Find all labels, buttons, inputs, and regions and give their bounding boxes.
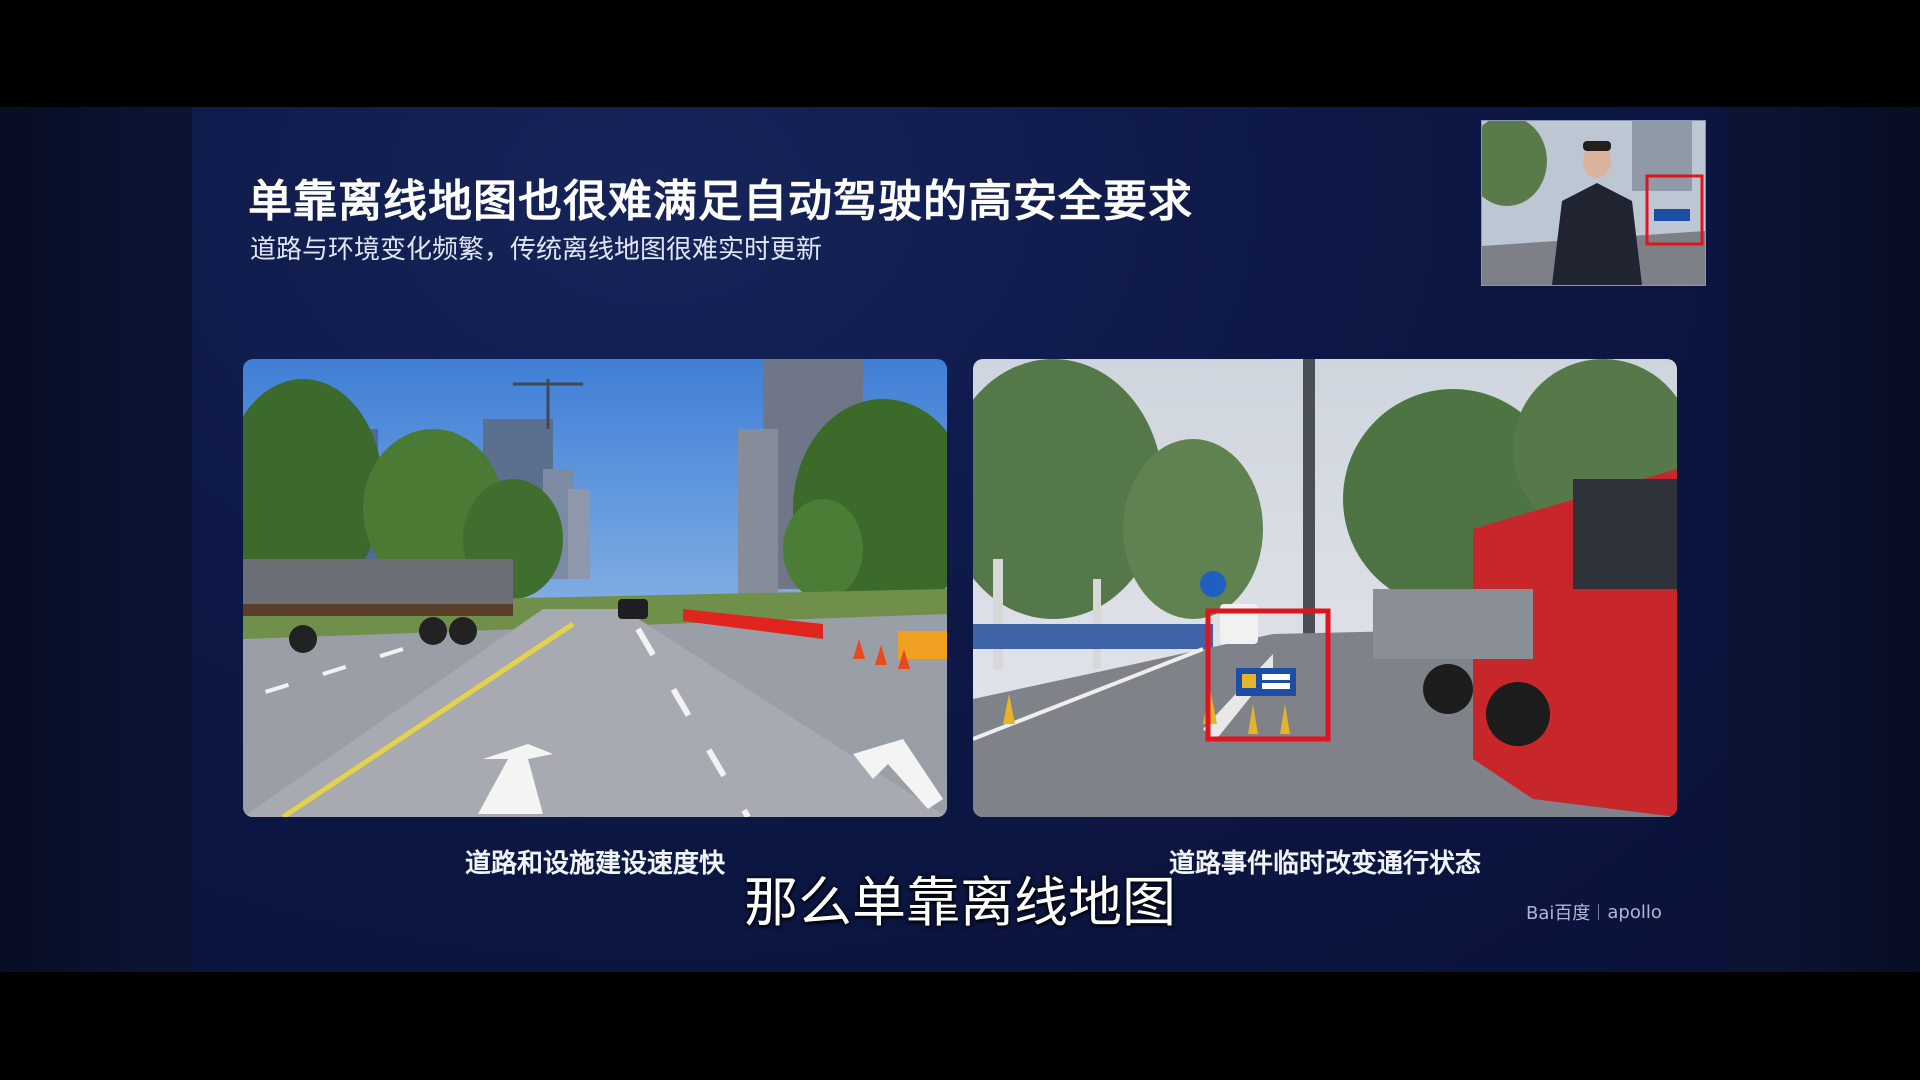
- road-event-photo: [973, 359, 1677, 817]
- slide-title: 单靠离线地图也很难满足自动驾驶的高安全要求: [248, 176, 1193, 227]
- slide-subtitle: 道路与环境变化频繁，传统离线地图很难实时更新: [250, 235, 823, 265]
- presenter-video-thumbnail: [1481, 120, 1706, 286]
- road-construction-photo: [243, 359, 947, 817]
- video-subtitle: 那么单靠离线地图: [744, 871, 1176, 934]
- presentation-slide: 单靠离线地图也很难满足自动驾驶的高安全要求 道路与环境变化频繁，传统离线地图很难…: [192, 107, 1727, 972]
